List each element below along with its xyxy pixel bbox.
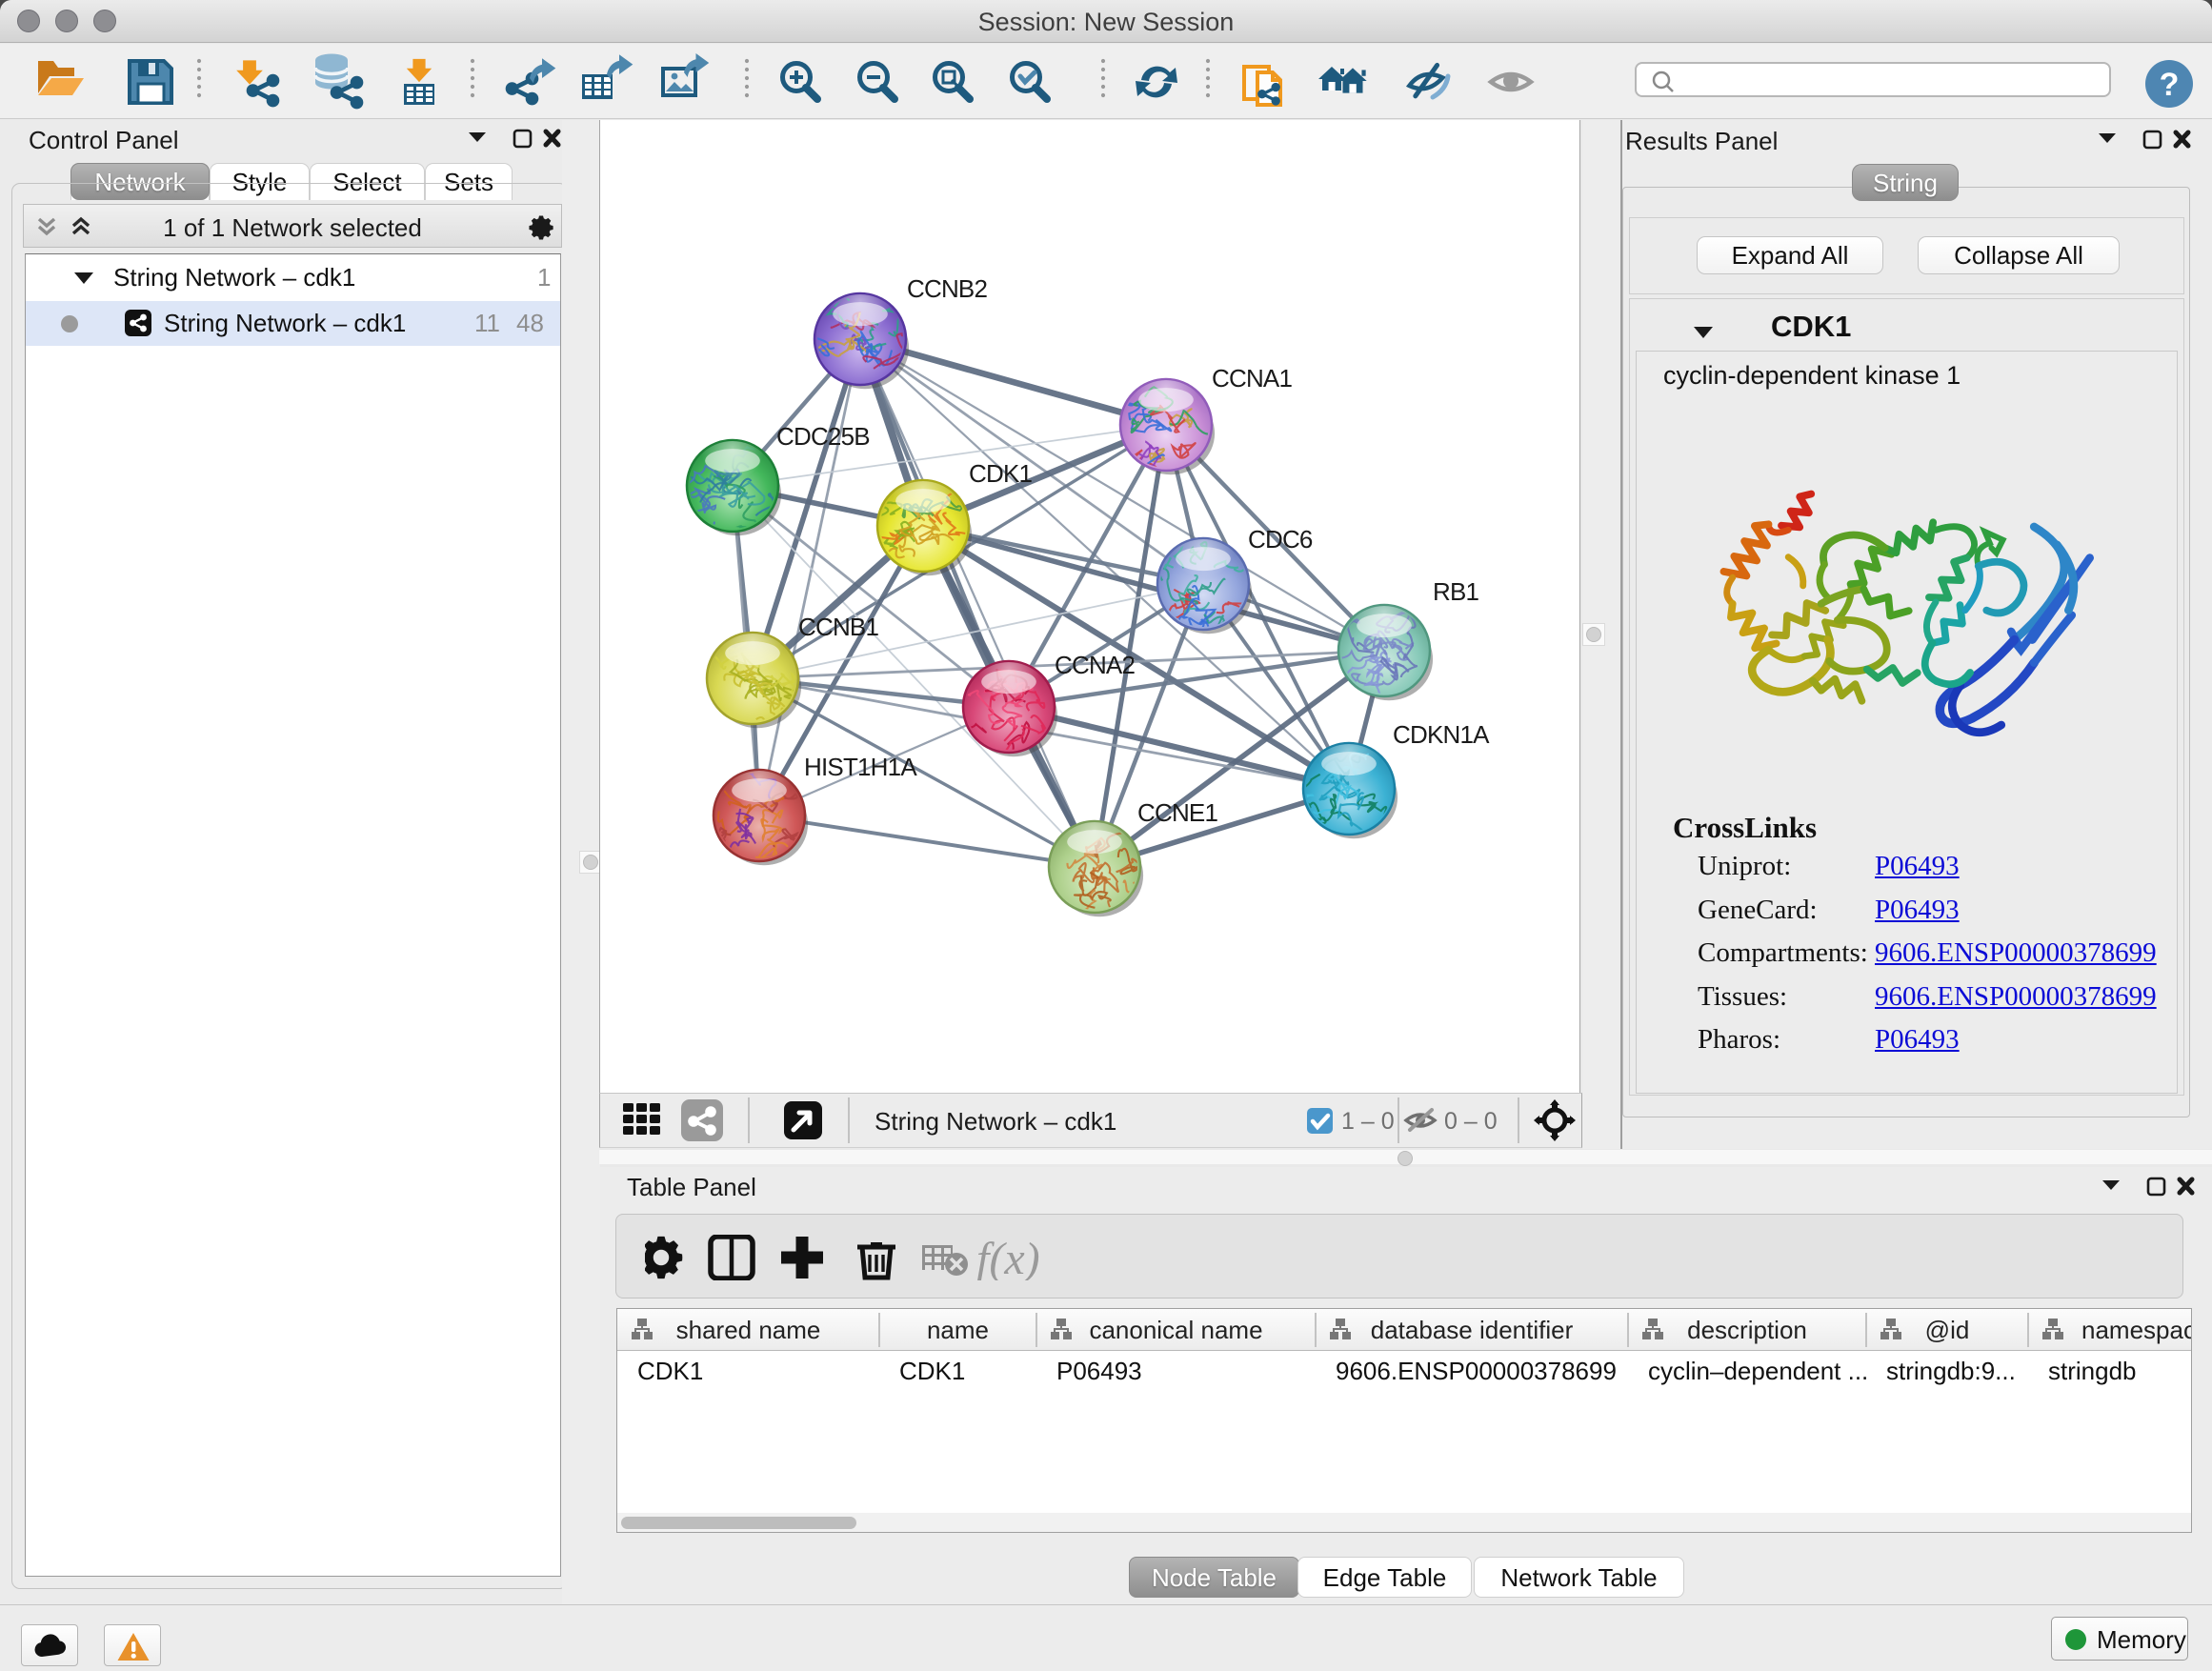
svg-text:RB1: RB1 — [1433, 577, 1479, 606]
svg-text:namespace: namespace — [2081, 1316, 2191, 1344]
svg-text:CCNB1: CCNB1 — [798, 613, 878, 641]
svg-text:?: ? — [2160, 67, 2180, 103]
svg-text:database identifier: database identifier — [1371, 1316, 1574, 1344]
svg-text:shared name: shared name — [676, 1316, 821, 1344]
svg-text:name: name — [927, 1316, 989, 1344]
svg-text:CDK1: CDK1 — [969, 459, 1032, 488]
svg-text:CDC25B: CDC25B — [776, 422, 870, 451]
svg-text:HIST1H1A: HIST1H1A — [804, 753, 917, 781]
svg-text:CCNA2: CCNA2 — [1055, 651, 1135, 679]
svg-text:CDKN1A: CDKN1A — [1393, 720, 1490, 749]
svg-text:f(x): f(x) — [976, 1235, 1040, 1280]
svg-text:canonical name: canonical name — [1089, 1316, 1262, 1344]
svg-text:CCNB2: CCNB2 — [907, 274, 987, 303]
svg-text:CCNE1: CCNE1 — [1137, 798, 1217, 827]
svg-text:description: description — [1687, 1316, 1807, 1344]
svg-text:CDC6: CDC6 — [1248, 525, 1313, 554]
svg-text:CCNA1: CCNA1 — [1212, 364, 1292, 393]
svg-text:@id: @id — [1925, 1316, 1970, 1344]
